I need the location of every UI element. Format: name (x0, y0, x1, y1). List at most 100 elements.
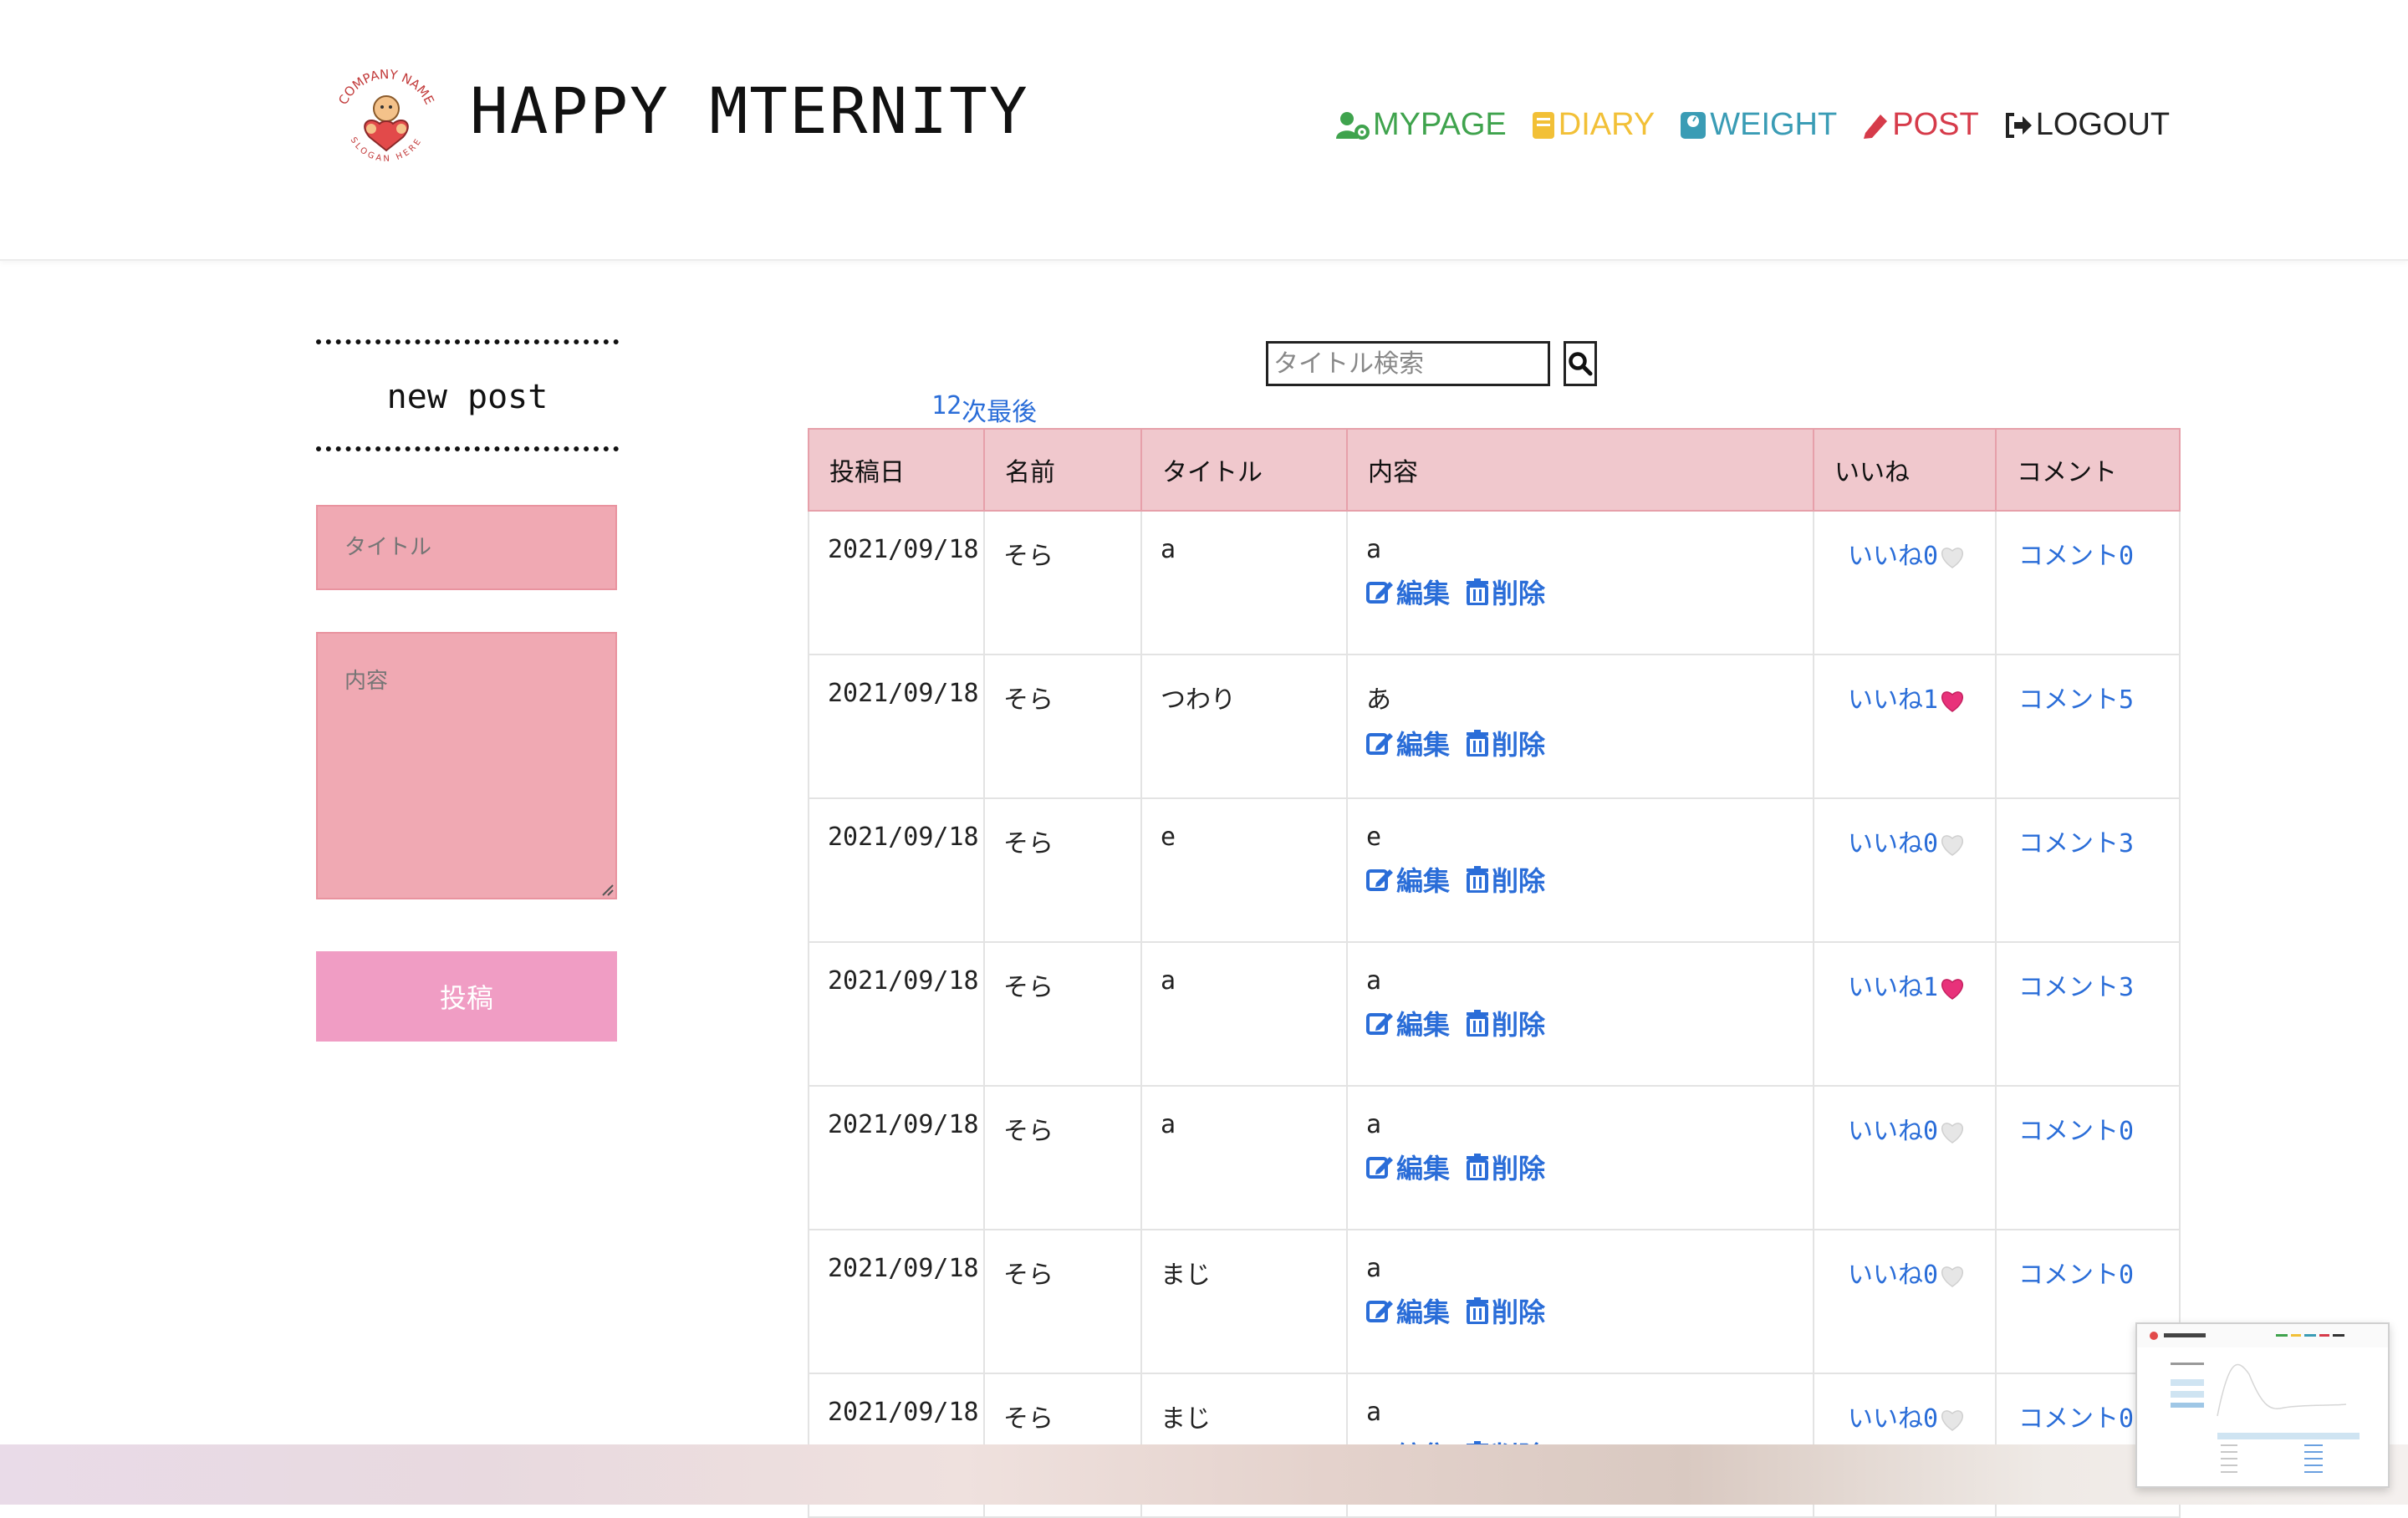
like-link[interactable]: いいね0 (1848, 1404, 1965, 1434)
comment-link[interactable]: コメント5 (2018, 685, 2134, 715)
heart-empty-icon (1941, 834, 1963, 856)
site-title[interactable]: HAPPY MTERNITY (470, 74, 1029, 148)
book-icon (1532, 111, 1555, 140)
edit-link[interactable]: 編集 (1366, 1291, 1450, 1330)
cell-like: いいね0 (1813, 797, 1997, 943)
cell-name: そら (983, 941, 1142, 1087)
delete-link[interactable]: 削除 (1465, 860, 1545, 899)
table-body: 2021/09/18 そら a a 編集 削除 いいね0 コメント0 2021/09/18 そらつ… (808, 510, 2181, 1518)
cell-content: a 編集 削除 (1346, 510, 1814, 655)
post-submit-button[interactable]: 投稿 (316, 951, 617, 1042)
like-link[interactable]: いいね1 (1848, 973, 1965, 1002)
site-header: COMPANY NAME SLOGAN HERE HAPPY MTERNITY … (0, 0, 2408, 261)
delete-label: 削除 (1492, 578, 1546, 609)
cell-like: いいね0 (1813, 1085, 1997, 1230)
table-row: 2021/09/18 そら a a 編集 削除 いいね0 コメント0 (808, 1085, 2181, 1230)
cell-title: a (1140, 1085, 1348, 1230)
main-nav: MYPAGE DIARY WEIGHT POST LOGOUT (1336, 107, 2195, 143)
like-label: いいね1 (1848, 973, 1939, 1002)
delete-link[interactable]: 削除 (1465, 573, 1545, 611)
cell-comment: コメント3 (1995, 941, 2181, 1087)
like-link[interactable]: いいね1 (1848, 685, 1965, 715)
page-link-2[interactable]: 2 (946, 391, 962, 428)
trash-icon (1465, 730, 1492, 756)
edit-label: 編集 (1396, 578, 1451, 609)
cell-like: いいね1 (1813, 654, 1997, 799)
scale-icon (1680, 111, 1707, 140)
comment-link[interactable]: コメント0 (2018, 542, 2134, 571)
nav-post[interactable]: POST (1862, 107, 1979, 143)
resize-grip-icon[interactable] (600, 883, 614, 896)
header-date: 投稿日 (808, 428, 985, 512)
post-content-textarea[interactable] (316, 632, 617, 899)
delete-link[interactable]: 削除 (1465, 1291, 1545, 1330)
edit-label: 編集 (1396, 1297, 1451, 1327)
post-title-input[interactable] (316, 505, 617, 590)
cell-date: 2021/09/18 (808, 1229, 985, 1374)
thumbnail-graphic (2137, 1324, 2388, 1473)
comment-link[interactable]: コメント0 (2018, 1117, 2134, 1146)
cell-comment: コメント0 (1995, 510, 2181, 655)
page-link-1[interactable]: 1 (931, 391, 946, 428)
delete-label: 削除 (1492, 1297, 1546, 1327)
trash-icon (1465, 1010, 1492, 1037)
nav-mypage[interactable]: MYPAGE (1336, 107, 1507, 143)
table-row: 2021/09/18そらまじ a 編集 削除 いいね0 コメント0 (808, 1229, 2181, 1374)
delete-link[interactable]: 削除 (1465, 724, 1545, 762)
like-link[interactable]: いいね0 (1848, 1117, 1965, 1146)
like-link[interactable]: いいね0 (1848, 829, 1965, 858)
heart-empty-icon (1941, 547, 1963, 568)
cell-date: 2021/09/18 (808, 941, 985, 1087)
title-search-input[interactable] (1266, 341, 1550, 386)
page-last-link[interactable]: 最後 (987, 391, 1037, 428)
delete-label: 削除 (1492, 730, 1546, 760)
delete-label: 削除 (1492, 1010, 1546, 1040)
delete-link[interactable]: 削除 (1465, 1148, 1545, 1186)
row-actions: 編集 削除 (1366, 1148, 1794, 1186)
cell-name: そら (983, 654, 1142, 799)
table-row: 2021/09/18 そら a a 編集 削除 いいね1 コメント3 (808, 941, 2181, 1087)
page-thumbnail-preview[interactable] (2135, 1322, 2390, 1488)
edit-icon (1366, 1010, 1396, 1037)
edit-link[interactable]: 編集 (1366, 573, 1450, 611)
comment-link[interactable]: コメント0 (2018, 1261, 2134, 1290)
edit-link[interactable]: 編集 (1366, 724, 1450, 762)
header-name: 名前 (983, 428, 1142, 512)
edit-link[interactable]: 編集 (1366, 1004, 1450, 1042)
search-button[interactable] (1564, 341, 1597, 386)
like-link[interactable]: いいね0 (1848, 1261, 1965, 1290)
edit-link[interactable]: 編集 (1366, 860, 1450, 899)
search-icon (1569, 352, 1593, 376)
page-next-link[interactable]: 次 (962, 391, 987, 428)
edit-icon (1366, 1297, 1396, 1324)
pagination: 1 2 次 最後 (931, 391, 1037, 428)
cell-title: a (1140, 941, 1348, 1087)
like-label: いいね0 (1848, 829, 1939, 858)
edit-icon (1366, 730, 1396, 756)
cell-name: そら (983, 510, 1142, 655)
header-like: いいね (1813, 428, 1997, 512)
content-text: a (1366, 535, 1382, 564)
sign-out-icon (2004, 111, 2033, 140)
edit-link[interactable]: 編集 (1366, 1148, 1450, 1186)
delete-link[interactable]: 削除 (1465, 1004, 1545, 1042)
nav-diary[interactable]: DIARY (1532, 107, 1655, 143)
edit-label: 編集 (1396, 730, 1451, 760)
cell-name: そら (983, 1085, 1142, 1230)
cell-comment: コメント3 (1995, 797, 2181, 943)
nav-logout[interactable]: LOGOUT (2004, 107, 2170, 143)
content-text: a (1366, 1398, 1382, 1427)
comment-link[interactable]: コメント0 (2018, 1404, 2134, 1434)
comment-link[interactable]: コメント3 (2018, 829, 2134, 858)
new-post-heading: new post (386, 378, 548, 416)
divider-top (316, 339, 619, 344)
comment-link[interactable]: コメント3 (2018, 973, 2134, 1002)
like-link[interactable]: いいね0 (1848, 542, 1965, 571)
company-logo[interactable]: COMPANY NAME SLOGAN HERE (328, 57, 445, 182)
header-comment: コメント (1995, 428, 2181, 512)
table-header-row: 投稿日 名前 タイトル 内容 いいね コメント (808, 428, 2181, 512)
cell-content: a 編集 削除 (1346, 1085, 1814, 1230)
heart-empty-icon (1941, 1409, 1963, 1431)
trash-icon (1465, 578, 1492, 605)
nav-weight[interactable]: WEIGHT (1680, 107, 1837, 143)
